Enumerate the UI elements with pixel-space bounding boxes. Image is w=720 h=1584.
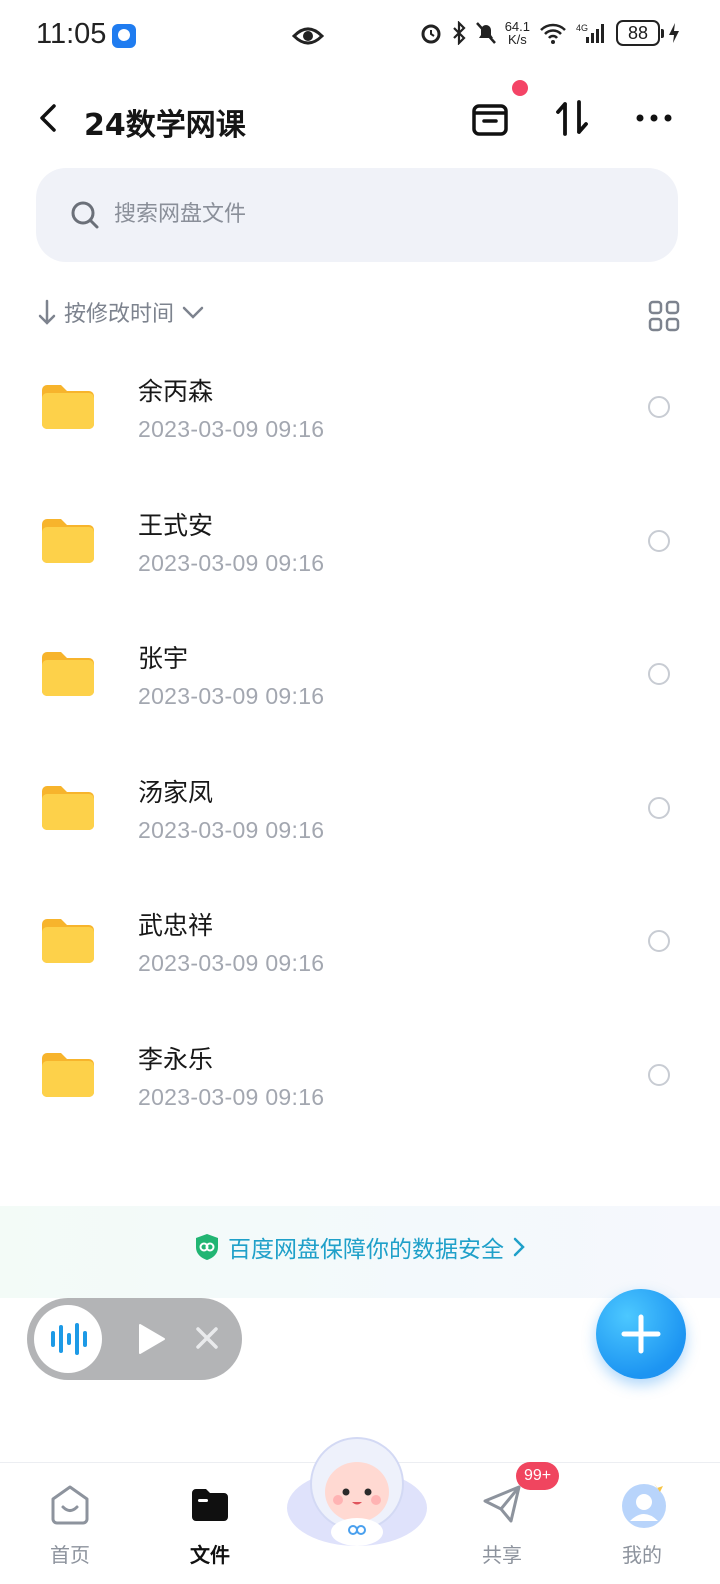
profile-icon [622,1483,666,1528]
select-checkbox[interactable] [648,1063,670,1086]
transfer-box-icon[interactable] [468,96,512,140]
sort-label: 按修改时间 [64,302,175,327]
close-icon[interactable] [193,1324,221,1352]
data-safety-banner[interactable]: 百度网盘保障你的数据安全 [0,1206,720,1298]
app-notification-icon [112,24,136,48]
file-list: 余丙森 2023-03-09 09:16 王式安 2023-03-09 09:1… [0,352,720,1153]
signal-icon: 4G [576,23,604,43]
list-item[interactable]: 汤家凤 2023-03-09 09:16 [0,753,720,887]
folder-name: 武忠祥 [138,911,214,940]
folder-name: 余丙森 [138,377,214,406]
plus-icon [621,1314,661,1354]
nav-label: 共享 [482,1543,522,1567]
select-checkbox[interactable] [648,396,670,418]
charging-icon [669,23,679,43]
nav-label: 首页 [50,1543,90,1567]
select-checkbox[interactable] [648,529,670,552]
arrow-down-icon [38,299,56,325]
folder-date: 2023-03-09 09:16 [138,950,325,976]
folder-icon [42,1052,94,1097]
search-input[interactable] [114,194,614,234]
grid-view-icon[interactable] [648,300,680,332]
folder-date: 2023-03-09 09:16 [138,416,325,442]
select-checkbox[interactable] [648,796,670,819]
folder-date: 2023-03-09 09:16 [138,683,325,709]
play-icon[interactable] [133,1322,167,1356]
folder-date: 2023-03-09 09:16 [138,816,325,843]
chevron-right-icon [513,1237,525,1257]
folder-icon [42,518,94,563]
bluetooth-icon [452,21,466,45]
search-bar[interactable] [36,168,678,262]
alarm-icon [421,24,441,44]
list-item[interactable]: 李永乐 2023-03-09 09:16 [0,1020,720,1154]
assistant-mascot-icon[interactable] [286,1424,428,1548]
network-speed: 64.1 K/s [505,20,530,46]
folder-icon [42,385,94,429]
nav-label: 文件 [190,1543,230,1567]
folder-date: 2023-03-09 09:16 [138,1083,325,1110]
svg-text:4G: 4G [576,23,588,33]
status-time: 11:05 [36,18,107,50]
sort-toolbar: 按修改时间 [36,296,680,336]
folder-icon [42,785,94,830]
add-button[interactable] [596,1289,686,1379]
battery-indicator: 88 [616,20,664,46]
shield-icon [196,1234,218,1260]
page-title: 24数学网课 [84,108,246,143]
mute-icon [475,22,496,44]
list-item[interactable]: 余丙森 2023-03-09 09:16 [0,352,720,486]
list-item[interactable]: 张宇 2023-03-09 09:16 [0,619,720,753]
folder-date: 2023-03-09 09:16 [138,549,325,576]
safety-text: 百度网盘保障你的数据安全 [228,1237,504,1263]
audio-wave-button[interactable] [34,1305,102,1373]
nav-home[interactable]: 首页 [20,1473,120,1573]
list-item[interactable]: 王式安 2023-03-09 09:16 [0,486,720,620]
audio-mini-player[interactable] [27,1298,242,1380]
search-icon [71,201,99,229]
audio-wave-icon [51,1323,87,1355]
nav-profile[interactable]: 我的 [592,1473,692,1573]
folder-icon [42,652,94,696]
select-checkbox[interactable] [648,930,670,952]
sort-dropdown[interactable]: 按修改时间 [36,296,206,328]
eye-icon [292,27,324,45]
back-icon[interactable] [30,98,70,138]
select-checkbox[interactable] [648,663,670,685]
notification-dot [512,80,528,96]
folder-name: 张宇 [138,644,189,673]
folder-name: 李永乐 [138,1044,214,1074]
share-icon [483,1485,521,1523]
file-icon [192,1489,228,1521]
more-icon[interactable] [634,96,678,140]
sort-swap-icon[interactable] [550,96,594,140]
folder-name: 汤家凤 [138,777,214,807]
nav-files[interactable]: 文件 [160,1473,260,1573]
status-bar: 11:05 64.1 K/s 4G 88 [0,0,720,72]
wifi-icon [540,23,566,44]
top-bar: 24数学网课 [0,80,720,160]
home-icon [51,1485,89,1525]
folder-name: 王式安 [138,510,214,540]
list-item[interactable]: 武忠祥 2023-03-09 09:16 [0,886,720,1020]
share-badge: 99+ [516,1462,560,1490]
network-speed-unit: K/s [507,32,527,47]
status-indicators: 64.1 K/s 4G 88 [419,20,680,46]
folder-icon [42,919,94,963]
nav-label: 我的 [622,1543,662,1567]
chevron-down-icon [182,306,204,319]
